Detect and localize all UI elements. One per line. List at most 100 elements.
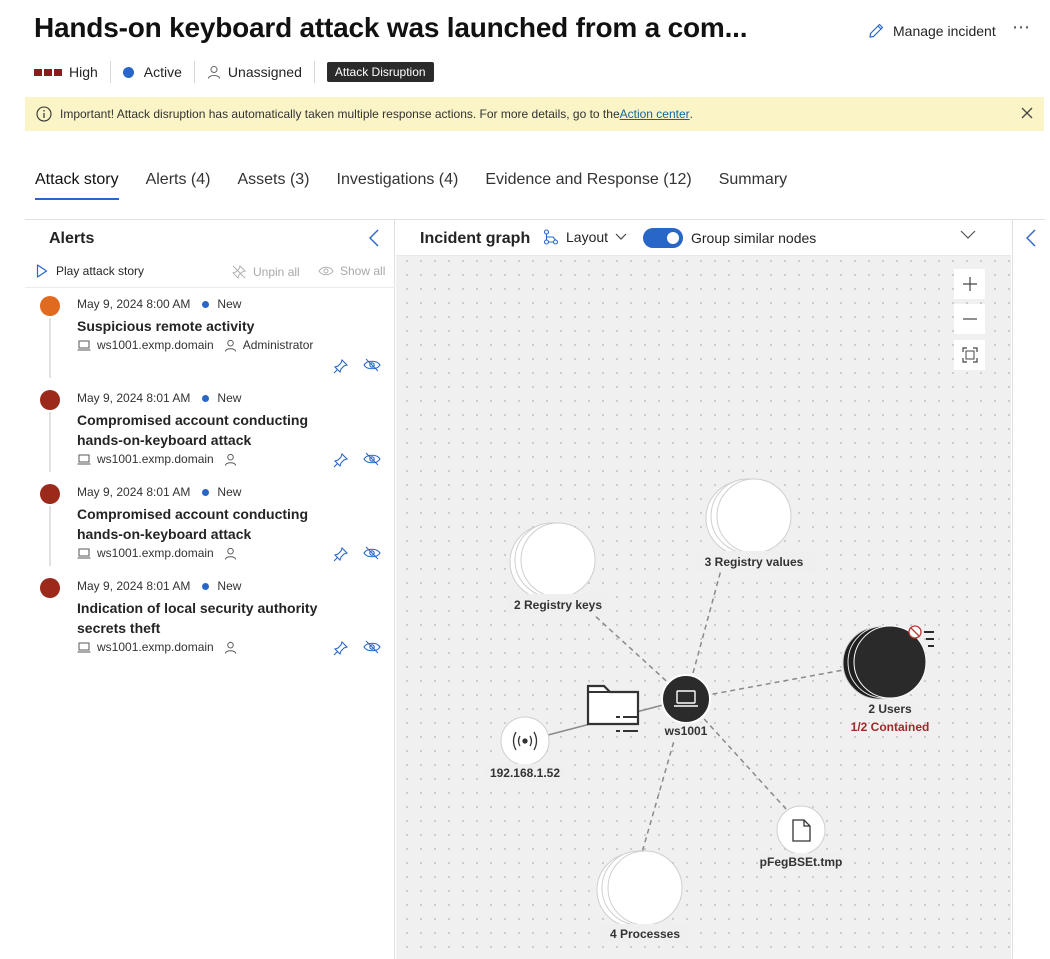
pin-icon[interactable] [333,546,349,562]
alert-user[interactable]: Administrator [243,338,314,352]
alert-name[interactable]: Compromised account conducting hands-on-… [77,410,337,450]
list-icon [924,631,934,647]
alert-date-row: May 9, 2024 8:01 AM New [77,391,241,405]
folder-list-icon[interactable] [586,684,640,732]
banner-suffix: . [689,107,694,121]
eye-icon [318,266,334,276]
node-processes[interactable]: 4 Processes [596,850,689,943]
person-icon [224,453,236,466]
close-icon[interactable] [1020,106,1034,120]
alert-item[interactable]: May 9, 2024 8:01 AM New Compromised accou… [25,390,395,480]
pin-icon[interactable] [333,452,349,468]
chevron-left-icon[interactable] [1025,229,1037,247]
status-indicator: Active [122,64,182,80]
alert-status: New [217,485,242,499]
new-dot-icon [202,394,210,402]
alerts-panel: Alerts Play attack story Unpin all Show … [25,220,395,959]
severity-dot-icon [40,484,60,504]
unpin-all-button[interactable]: Unpin all [231,264,300,280]
alert-item[interactable]: May 9, 2024 8:01 AM New Indication of loc… [25,578,395,668]
alert-entities: ws1001.exmp.domain Administrator [77,338,313,352]
person-icon [224,339,236,352]
incident-meta-bar: High Active Unassigned Attack Disruption [34,61,434,83]
alert-entities: ws1001.exmp.domain [77,452,237,466]
new-dot-icon [202,488,210,496]
manage-incident-button[interactable]: Manage incident [868,22,996,39]
alert-item[interactable]: May 9, 2024 8:01 AM New Compromised accou… [25,484,395,574]
registry-keys-label: 2 Registry keys [514,598,602,612]
tab-alerts[interactable]: Alerts (4) [146,171,211,200]
incident-graph-canvas: 2 Registry keys 3 Registry values 2 User… [485,478,934,943]
play-icon [36,264,48,278]
edge-users [685,667,855,700]
more-options-icon[interactable]: ⋯ [1012,17,1031,38]
node-registry-values[interactable]: 3 Registry values [694,478,814,571]
ip-label: 192.168.1.52 [490,766,560,780]
hide-icon[interactable] [363,452,381,466]
laptop-icon [77,340,91,350]
alert-date-row: May 9, 2024 8:01 AM New [77,579,241,593]
alert-date: May 9, 2024 8:00 AM [77,297,191,311]
person-icon [207,66,220,79]
registry-values-label: 3 Registry values [705,555,804,569]
show-all-label: Show all [340,264,386,278]
hide-icon[interactable] [363,640,381,654]
tab-attack-story[interactable]: Attack story [35,171,119,200]
details-pane-collapsed [1012,220,1045,959]
pencil-icon [869,23,884,38]
assignee-label: Unassigned [227,64,302,80]
alert-date: May 9, 2024 8:01 AM [77,485,191,499]
incident-tabs: Attack story Alerts (4) Assets (3) Inves… [35,171,814,200]
alert-date: May 9, 2024 8:01 AM [77,391,191,405]
alert-name[interactable]: Compromised account conducting hands-on-… [77,504,337,544]
manage-incident-label: Manage incident [893,22,996,39]
laptop-icon [77,548,91,558]
pin-icon[interactable] [333,640,349,656]
severity-dot-icon [40,578,60,598]
alert-actions [333,452,381,468]
show-all-button[interactable]: Show all [318,264,385,278]
play-attack-story-button[interactable]: Play attack story [36,264,144,278]
alert-name[interactable]: Suspicious remote activity [77,316,337,336]
tab-assets[interactable]: Assets (3) [237,171,309,200]
attack-disruption-banner: Important! Attack disruption has automat… [25,97,1044,131]
tab-investigations[interactable]: Investigations (4) [337,171,459,200]
tab-summary[interactable]: Summary [719,171,787,200]
alert-status: New [217,297,242,311]
assignee-indicator[interactable]: Unassigned [207,64,302,80]
new-dot-icon [202,582,210,590]
alert-date-row: May 9, 2024 8:00 AM New [77,297,241,311]
alert-device[interactable]: ws1001.exmp.domain [97,546,214,560]
play-attack-story-label: Play attack story [56,264,145,278]
chevron-left-icon[interactable] [368,229,380,247]
unpin-all-label: Unpin all [253,265,300,279]
severity-label: High [69,64,98,80]
alert-device[interactable]: ws1001.exmp.domain [97,338,214,352]
node-device-ws1001[interactable]: ws1001 [661,674,711,740]
contained-badge-icon [908,625,922,639]
banner-text: Important! Attack disruption has automat… [60,107,620,121]
hide-icon[interactable] [363,546,381,560]
tab-evidence-and-response[interactable]: Evidence and Response (12) [485,171,691,200]
alert-actions [333,640,381,656]
node-registry-keys[interactable]: 2 Registry keys [507,522,607,614]
node-ip[interactable]: 192.168.1.52 [485,716,565,782]
alert-device[interactable]: ws1001.exmp.domain [97,640,214,654]
person-icon [224,641,236,654]
node-file[interactable]: pFegBSEt.tmp [758,805,844,871]
alert-device[interactable]: ws1001.exmp.domain [97,452,214,466]
alert-status: New [217,391,242,405]
hide-icon[interactable] [363,358,381,372]
person-icon [224,547,236,560]
status-label: Active [143,64,182,80]
alert-entities: ws1001.exmp.domain [77,640,237,654]
node-users[interactable]: 2 Users 1/2 Contained [842,625,934,734]
pin-icon[interactable] [333,358,349,374]
action-center-link[interactable]: Action center [620,107,690,121]
status-dot-icon [122,66,134,78]
alert-name[interactable]: Indication of local security authority s… [77,598,337,638]
processes-label: 4 Processes [610,927,680,941]
alert-item[interactable]: May 9, 2024 8:00 AM New Suspicious remote… [25,296,395,386]
new-dot-icon [202,300,210,308]
users-label: 2 Users [868,702,912,716]
